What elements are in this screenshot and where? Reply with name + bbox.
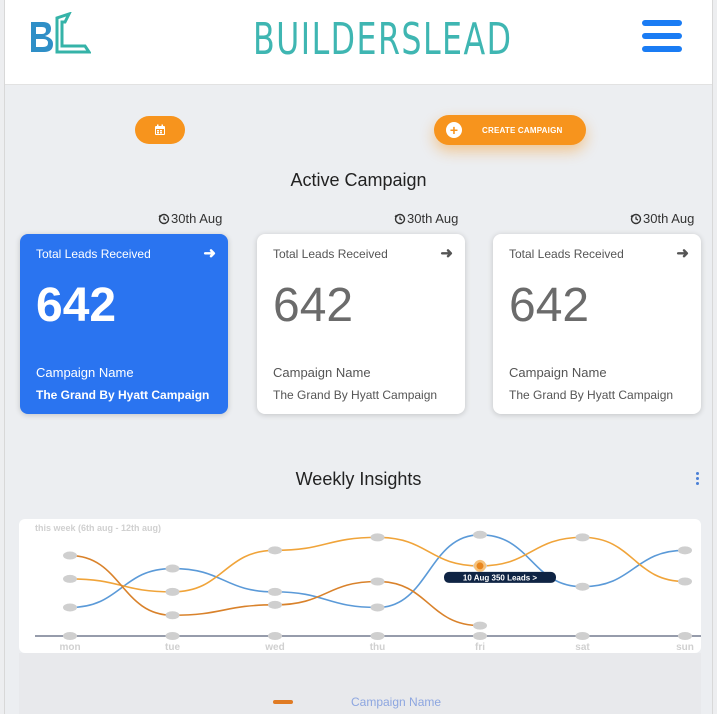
data-point	[678, 577, 692, 586]
campaign-card[interactable]: Total Leads Received ➜ 642 Campaign Name…	[493, 234, 701, 414]
x-tick-label: mon	[59, 642, 80, 653]
campaign-card[interactable]: Total Leads Received ➜ 642 Campaign Name…	[20, 234, 228, 414]
campaign-name: The Grand By Hyatt Campaign	[36, 388, 210, 402]
data-point	[370, 533, 385, 542]
axis-point	[370, 632, 385, 640]
campaign-name-label: Campaign Name	[509, 365, 607, 380]
x-tick-label: fri	[475, 642, 485, 653]
data-point	[268, 600, 282, 609]
history-icon	[394, 213, 406, 224]
x-tick-label: sun	[676, 642, 694, 653]
data-point	[678, 546, 692, 555]
create-campaign-button[interactable]: + CREATE CAMPAIGN	[434, 115, 586, 145]
axis-point	[165, 632, 180, 640]
axis-point	[268, 632, 282, 640]
total-leads-label: Total Leads Received	[36, 247, 151, 261]
data-point	[575, 582, 590, 591]
data-point	[63, 574, 77, 583]
plus-circle-icon: +	[446, 122, 462, 138]
axis-point	[678, 632, 692, 640]
data-point	[473, 530, 487, 539]
total-leads-label: Total Leads Received	[273, 247, 388, 261]
data-point	[575, 533, 590, 542]
campaign-date: 30th Aug	[630, 211, 694, 226]
history-icon	[158, 213, 170, 224]
weekly-insights-chart: this week (6th aug - 12th aug) mon tue wed t…	[19, 519, 701, 653]
x-tick-label: tue	[165, 642, 180, 653]
builderslead-logo[interactable]	[27, 12, 91, 62]
weekly-insights-title: Weekly Insights	[295, 469, 422, 489]
create-campaign-label: CREATE CAMPAIGN	[482, 125, 563, 135]
data-point	[370, 603, 385, 612]
calendar-button[interactable]	[135, 116, 185, 144]
data-point	[165, 587, 180, 596]
chart-subtitle: this week (6th aug - 12th aug)	[35, 523, 161, 533]
arrow-right-icon[interactable]: ➜	[440, 244, 453, 262]
arrow-right-icon[interactable]: ➜	[203, 244, 216, 262]
data-point	[165, 564, 180, 573]
legend-swatch	[273, 700, 293, 704]
data-point	[268, 546, 282, 555]
axis-point	[473, 632, 487, 640]
total-leads-label: Total Leads Received	[509, 247, 624, 261]
campaign-date: 30th Aug	[158, 211, 222, 226]
line-chart: this week (6th aug - 12th aug) mon tue wed t…	[35, 523, 701, 653]
leads-count: 642	[273, 279, 354, 332]
x-tick-label: wed	[264, 642, 284, 653]
data-point	[370, 577, 385, 586]
campaign-date: 30th Aug	[394, 211, 458, 226]
app-frame: BUILDERSLEAD + CREATE CAMPAIGN Active Ca…	[4, 0, 713, 714]
data-point	[63, 603, 77, 612]
data-point	[165, 611, 180, 620]
legend-label[interactable]: Campaign Name	[351, 695, 441, 709]
hamburger-icon	[642, 20, 682, 26]
campaign-name: The Grand By Hyatt Campaign	[273, 388, 438, 402]
tooltip-text: 10 Aug 350 Leads >	[463, 573, 538, 582]
data-point	[473, 621, 487, 630]
top-header: BUILDERSLEAD	[5, 0, 712, 85]
campaign-name: The Grand By Hyatt Campaign	[509, 388, 674, 402]
x-tick-label: thu	[370, 642, 386, 653]
axis-point	[575, 632, 590, 640]
arrow-right-icon[interactable]: ➜	[676, 244, 689, 262]
data-point	[63, 551, 77, 560]
data-point	[268, 587, 282, 596]
campaign-name-label: Campaign Name	[273, 365, 371, 380]
series-line	[69, 533, 686, 609]
axis-point	[63, 632, 77, 640]
hamburger-menu-button[interactable]	[642, 20, 682, 54]
highlight-point	[476, 562, 484, 570]
campaign-name-label: Campaign Name	[36, 365, 134, 380]
history-icon	[630, 213, 642, 224]
calendar-icon	[155, 124, 165, 135]
leads-count: 642	[509, 279, 590, 332]
brand-title: BUILDERSLEAD	[253, 14, 513, 65]
more-vertical-icon[interactable]	[694, 472, 700, 488]
leads-count: 642	[36, 279, 117, 332]
campaign-card[interactable]: Total Leads Received ➜ 642 Campaign Name…	[257, 234, 465, 414]
active-campaign-title: Active Campaign	[290, 170, 427, 190]
x-tick-label: sat	[575, 642, 590, 653]
